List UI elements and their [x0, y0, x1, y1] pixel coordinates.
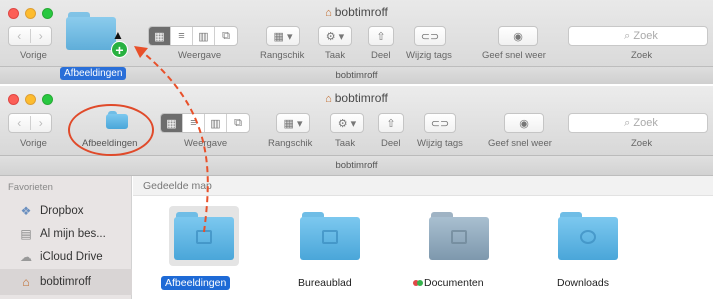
- arrange-icon: ▦ ▾: [283, 117, 303, 130]
- screenshot-stage: ⌂ bobtimroff ‹ › Vorige ▦ ≡ ▥ ⧉ Weergave …: [0, 0, 713, 299]
- dragged-folder-icon[interactable]: [66, 12, 116, 50]
- tags-button[interactable]: ⊂⊃: [414, 26, 446, 46]
- share-icon: ⇧: [386, 117, 396, 130]
- arrange-label: Rangschik: [268, 138, 313, 149]
- quicklook-button[interactable]: ◉: [504, 113, 544, 133]
- arrange-icon: ▦ ▾: [273, 30, 293, 43]
- toolbar-folder-label[interactable]: Afbeeldingen: [82, 138, 137, 149]
- list-view-icon[interactable]: ≡: [183, 114, 205, 132]
- coverflow-view-icon[interactable]: ⧉: [215, 27, 237, 45]
- search-field[interactable]: ⌕ Zoek: [568, 113, 708, 133]
- share-icon: ⇧: [376, 30, 386, 43]
- share-label: Deel: [381, 138, 401, 149]
- tag-icon: ⊂⊃: [420, 30, 440, 43]
- share-label: Deel: [371, 50, 391, 61]
- forward-arrow-icon[interactable]: ›: [31, 29, 52, 43]
- icon-view-icon[interactable]: ▦: [161, 114, 183, 132]
- view-label: Weergave: [184, 138, 228, 149]
- eye-icon: ◉: [519, 117, 529, 130]
- tags-label: Wijzig tags: [406, 50, 452, 61]
- color-tags-icon: [413, 277, 423, 289]
- column-view-icon[interactable]: ▥: [193, 27, 215, 45]
- back-label: Vorige: [20, 50, 47, 61]
- back-forward-control[interactable]: ‹ ›: [8, 26, 52, 46]
- action-label: Taak: [335, 138, 356, 149]
- view-mode-group: ▦ ≡ ▥ ⧉: [148, 26, 238, 46]
- sidebar-item-dropbox[interactable]: ❖ Dropbox: [0, 200, 132, 222]
- folder-downloads-icon[interactable]: [558, 212, 618, 260]
- cloud-icon: ☁: [20, 250, 32, 264]
- tags-label: Wijzig tags: [417, 138, 463, 149]
- copy-plus-badge-icon: +: [111, 41, 128, 58]
- folder-label-downloads[interactable]: Downloads: [557, 277, 609, 289]
- back-forward-control[interactable]: ‹ ›: [8, 113, 52, 133]
- action-label: Taak: [325, 50, 346, 61]
- sidebar-heading: Favorieten: [8, 182, 53, 193]
- search-label: Zoek: [631, 138, 653, 149]
- search-icon: ⌕: [624, 116, 634, 129]
- quicklook-label: Geef snel weer: [488, 138, 552, 149]
- folder-label-afbeeldingen[interactable]: Afbeeldingen: [161, 276, 231, 290]
- sidebar-item-home[interactable]: ⌂ bobtimroff: [0, 269, 132, 295]
- home-icon: ⌂: [22, 275, 30, 289]
- sidebar: Favorieten ❖ Dropbox ▤ Al mijn bes... ☁ …: [0, 176, 132, 299]
- coverflow-view-icon[interactable]: ⧉: [227, 114, 249, 132]
- search-label: Zoek: [631, 50, 653, 61]
- dropbox-icon: ❖: [20, 204, 32, 218]
- gear-icon: ⚙ ▾: [325, 30, 345, 43]
- back-arrow-icon[interactable]: ‹: [9, 29, 30, 43]
- tags-button[interactable]: ⊂⊃: [424, 113, 456, 133]
- window-title: ⌂ bobtimroff: [325, 91, 388, 105]
- view-mode-group: ▦ ≡ ▥ ⧉: [160, 113, 250, 133]
- section-heading: Gedeelde map: [133, 176, 713, 196]
- action-button[interactable]: ⚙ ▾: [330, 113, 364, 133]
- folder-label-bureaublad[interactable]: Bureaublad: [298, 277, 352, 289]
- gear-icon: ⚙ ▾: [337, 117, 357, 130]
- toolbar: ⌂ bobtimroff ‹ › Vorige Afbeeldingen ▦ ≡ …: [0, 86, 713, 156]
- share-button[interactable]: ⇧: [368, 26, 394, 46]
- eye-icon: ◉: [513, 30, 523, 43]
- view-label: Weergave: [178, 50, 222, 61]
- toolbar-folder-icon[interactable]: [106, 111, 128, 129]
- path-bar: bobtimroff: [0, 156, 713, 176]
- all-files-icon: ▤: [20, 227, 32, 241]
- back-arrow-icon[interactable]: ‹: [9, 116, 30, 130]
- folder-label-documenten[interactable]: Documenten: [413, 277, 484, 289]
- quicklook-button[interactable]: ◉: [498, 26, 538, 46]
- folder-bureaublad-icon[interactable]: [300, 212, 360, 260]
- tag-icon: ⊂⊃: [430, 117, 450, 130]
- share-button[interactable]: ⇧: [378, 113, 404, 133]
- icon-view-icon[interactable]: ▦: [149, 27, 171, 45]
- quicklook-label: Geef snel weer: [482, 50, 546, 61]
- folder-documenten-icon[interactable]: [429, 212, 489, 260]
- arrange-button[interactable]: ▦ ▾: [266, 26, 300, 46]
- home-icon: ⌂: [325, 7, 332, 19]
- action-button[interactable]: ⚙ ▾: [318, 26, 352, 46]
- forward-arrow-icon[interactable]: ›: [31, 116, 52, 130]
- file-browser: Gedeelde map Afbeeldingen Bureaublad Doc…: [133, 176, 713, 299]
- home-icon: ⌂: [325, 93, 332, 105]
- folder-afbeeldingen-icon[interactable]: [174, 212, 234, 260]
- search-icon: ⌕: [624, 29, 634, 42]
- arrange-label: Rangschik: [260, 50, 305, 61]
- dragged-folder-label: Afbeeldingen: [60, 67, 127, 80]
- search-field[interactable]: ⌕ Zoek: [568, 26, 708, 46]
- arrange-button[interactable]: ▦ ▾: [276, 113, 310, 133]
- path-text: bobtimroff: [335, 160, 378, 171]
- mouse-pointer-icon: ▲: [112, 28, 124, 42]
- column-view-icon[interactable]: ▥: [205, 114, 227, 132]
- sidebar-item-icloud[interactable]: ☁ iCloud Drive: [0, 246, 132, 268]
- back-label: Vorige: [20, 138, 47, 149]
- list-view-icon[interactable]: ≡: [171, 27, 193, 45]
- sidebar-item-all-files[interactable]: ▤ Al mijn bes...: [0, 223, 132, 245]
